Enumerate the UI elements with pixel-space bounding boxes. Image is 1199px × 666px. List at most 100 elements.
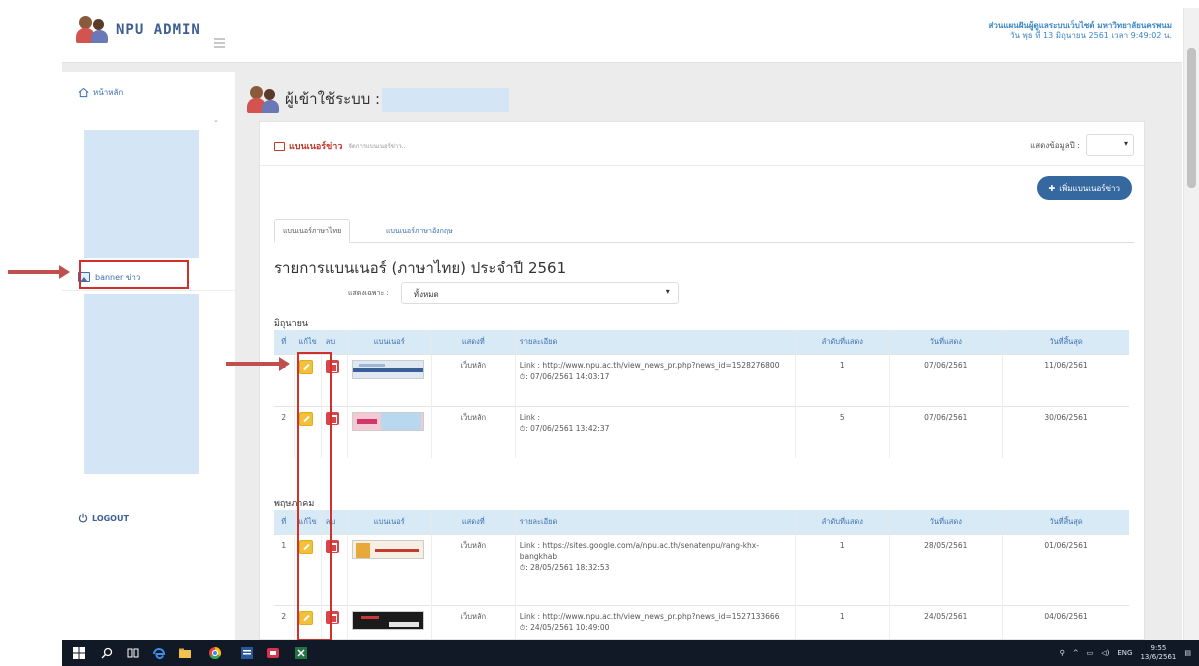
volume-icon[interactable]: ◁)	[1101, 649, 1109, 657]
excel-icon[interactable]	[294, 646, 308, 660]
tab-thai[interactable]: แบนเนอร์ภาษาไทย	[274, 219, 351, 243]
year-select[interactable]	[1086, 134, 1134, 156]
detail-time: : 07/06/2561 13:42:37	[525, 423, 610, 433]
type-select[interactable]: ทั้งหมด	[400, 282, 679, 304]
table-row: 2 เว็บหลัก Link : ⏱: 07/06/2561 13:42:37 …	[274, 405, 1130, 458]
col-no: ที่	[274, 330, 295, 354]
search-icon[interactable]	[100, 646, 114, 660]
banner-table-june: ที่ แก้ไข ลบ แบนเนอร์ แสดงที่ รายละเอียด…	[274, 330, 1130, 458]
row-start-date: 07/06/2561	[889, 353, 1003, 406]
panel-header: แบนเนอร์ข่าว จัดการแบนเนอร์ข่าว.. แสดงข้…	[260, 122, 1144, 166]
annotation-arrow	[8, 265, 70, 279]
file-explorer-icon[interactable]	[178, 646, 192, 660]
screen: NPU ADMIN ส่วนแผนฝันผู้ดูแลระบบเว็บไซต์ …	[0, 0, 1199, 666]
col-end: วันที่สิ้นสุด	[1002, 510, 1130, 534]
highlight-box-banner-menu	[79, 260, 189, 289]
detail-link[interactable]: Link : https://sites.google.com/a/npu.ac…	[520, 540, 791, 562]
detail-time: : 07/06/2561 14:03:17	[525, 371, 610, 381]
app-logo[interactable]: NPU ADMIN	[76, 16, 201, 44]
detail-link[interactable]: Link : http://www.npu.ac.th/view_news_pr…	[520, 360, 791, 371]
task-view-icon[interactable]	[126, 646, 140, 660]
users-icon	[247, 86, 279, 113]
col-show: แสดงที่	[431, 510, 516, 534]
show-location: เว็บหลัก	[431, 405, 516, 458]
table-row: 1 เว็บหลัก Link : https://sites.google.c…	[274, 533, 1130, 605]
clock-time: 9:55	[1150, 644, 1167, 652]
row-detail: Link : http://www.npu.ac.th/view_news_pr…	[515, 353, 796, 406]
row-detail: Link : https://sites.google.com/a/npu.ac…	[515, 533, 796, 605]
row-end-date: 30/06/2561	[1002, 405, 1130, 458]
input-language[interactable]: ENG	[1117, 649, 1132, 657]
edge-browser-icon[interactable]	[152, 646, 166, 660]
windows-start-icon[interactable]	[72, 646, 86, 660]
panel-title-text: แบนเนอร์ข่าว	[289, 142, 343, 152]
panel-subtitle: จัดการแบนเนอร์ข่าว..	[348, 143, 406, 150]
red-app-icon[interactable]	[266, 646, 280, 660]
clock[interactable]: 9:55 13/6/2561	[1140, 644, 1176, 662]
users-icon	[76, 16, 110, 44]
sidebar-item-home[interactable]: หน้าหลัก	[78, 86, 123, 99]
row-no: 2	[274, 604, 295, 639]
banner-thumbnail[interactable]	[351, 539, 424, 559]
word-icon[interactable]	[240, 646, 254, 660]
notification-icon[interactable]: ▤	[1184, 649, 1191, 657]
highlight-box-edit-column	[297, 352, 332, 641]
page-heading: ผู้เข้าใช้ระบบ :	[247, 86, 381, 113]
page-scrollbar[interactable]	[1183, 8, 1199, 640]
detail-time: : 24/05/2561 10:49:00	[525, 622, 610, 632]
row-no: 2	[274, 405, 295, 458]
detail-link[interactable]: Link : http://www.npu.ac.th/view_news_pr…	[520, 611, 791, 622]
row-order: 1	[795, 353, 890, 406]
chevron-down-icon[interactable]: ⌄	[213, 116, 219, 124]
col-banner: แบนเนอร์	[347, 510, 432, 534]
people-icon[interactable]: ⚲	[1060, 649, 1065, 657]
row-end-date: 04/06/2561	[1002, 604, 1130, 639]
col-edit: แก้ไข	[294, 330, 322, 354]
network-icon[interactable]: ▭	[1087, 649, 1094, 657]
banner-table-may: ที่ แก้ไข ลบ แบนเนอร์ แสดงที่ รายละเอียด…	[274, 510, 1130, 639]
row-end-date: 11/06/2561	[1002, 353, 1130, 406]
type-filter: แสดงเฉพาะ : ทั้งหมด	[348, 282, 679, 304]
row-no: 1	[274, 533, 295, 605]
detail-time: : 28/05/2561 18:32:53	[525, 562, 610, 572]
col-delete: ลบ	[321, 330, 348, 354]
col-no: ที่	[274, 510, 295, 534]
banner-thumbnail[interactable]	[351, 610, 424, 630]
logout-button[interactable]: LOGOUT	[78, 513, 129, 523]
table-header: ที่ แก้ไข ลบ แบนเนอร์ แสดงที่ รายละเอียด…	[274, 510, 1130, 534]
year-filter: แสดงข้อมูลปี :	[1030, 134, 1134, 156]
windows-taskbar: ⚲ ^ ▭ ◁) ENG 9:55 13/6/2561 ▤	[62, 640, 1199, 666]
redacted-username	[382, 88, 509, 112]
tray-chevron-icon[interactable]: ^	[1073, 649, 1079, 657]
col-show: แสดงที่	[431, 330, 516, 354]
date-time: วัน พุธ ที่ 13 มิถุนายน 2561 เวลา 9:49:0…	[1010, 31, 1172, 40]
tab-english[interactable]: แบนเนอร์ภาษาอังกฤษ	[378, 219, 461, 243]
chrome-icon[interactable]	[208, 646, 222, 660]
detail-link[interactable]: Link :	[520, 412, 791, 423]
banner-panel: แบนเนอร์ข่าว จัดการแบนเนอร์ข่าว.. แสดงข้…	[259, 121, 1145, 640]
power-icon	[78, 513, 88, 523]
col-banner: แบนเนอร์	[347, 330, 432, 354]
system-tray: ⚲ ^ ▭ ◁) ENG 9:55 13/6/2561 ▤	[1060, 644, 1191, 662]
add-banner-button[interactable]: ✚ เพิ่มแบนเนอร์ข่าว	[1036, 176, 1132, 200]
table-row: 1 เว็บหลัก Link : http://www.npu.ac.th/v…	[274, 353, 1130, 406]
app-name: NPU ADMIN	[116, 22, 201, 38]
banner-thumbnail[interactable]	[351, 359, 424, 379]
menu-toggle-icon[interactable]	[214, 38, 225, 50]
language-tabs: แบนเนอร์ภาษาไทย แบนเนอร์ภาษาอังกฤษ	[274, 219, 1134, 243]
header-info: ส่วนแผนฝันผู้ดูแลระบบเว็บไซต์ มหาวิทยาลั…	[989, 21, 1172, 41]
plus-icon: ✚	[1048, 183, 1056, 193]
banner-thumbnail[interactable]	[351, 411, 424, 431]
month-heading: มิถุนายน	[274, 319, 309, 329]
col-order: ลำดับที่แสดง	[795, 510, 890, 534]
admin-app: NPU ADMIN ส่วนแผนฝันผู้ดูแลระบบเว็บไซต์ …	[62, 8, 1182, 640]
monitor-icon	[274, 141, 285, 151]
list-title: รายการแบนเนอร์ (ภาษาไทย) ประจำปี 2561	[274, 259, 567, 277]
col-start: วันที่แสดง	[889, 330, 1003, 354]
add-banner-label: เพิ่มแบนเนอร์ข่าว	[1059, 183, 1120, 193]
col-detail: รายละเอียด	[515, 330, 796, 354]
type-filter-label: แสดงเฉพาะ :	[348, 288, 389, 297]
scrollbar-thumb[interactable]	[1187, 48, 1196, 188]
page-title: ผู้เข้าใช้ระบบ :	[285, 90, 381, 108]
row-order: 1	[795, 533, 890, 605]
